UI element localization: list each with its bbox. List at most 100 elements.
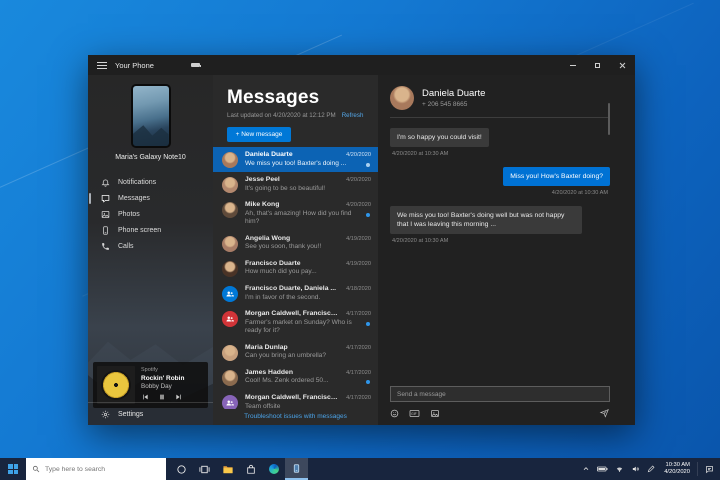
sidebar-item-notifications[interactable]: Notifications xyxy=(88,174,213,190)
conversation-preview: How much did you pay... xyxy=(245,268,317,276)
chat-header: Daniela Duarte + 206 545 8665 xyxy=(378,75,635,117)
conversation-name: Mike Kong xyxy=(245,201,280,209)
search-input[interactable] xyxy=(45,465,155,473)
unread-dot xyxy=(366,321,370,326)
chat-scrollbar[interactable] xyxy=(608,103,610,135)
unread-dot xyxy=(366,380,370,385)
message-row: Miss you! How's Baxter doing? 4/20/2020 … xyxy=(390,167,610,206)
action-center-icon[interactable] xyxy=(705,465,714,474)
taskbar-search[interactable] xyxy=(26,458,166,480)
conversation-row[interactable]: Daniela Duarte 4/20/2020 We miss you too… xyxy=(213,147,378,173)
edge-button[interactable] xyxy=(262,458,285,480)
sidebar-item-photos[interactable]: Photos xyxy=(88,206,213,222)
refresh-link[interactable]: Refresh xyxy=(342,112,364,119)
conversation-preview: It's going to be so beautiful! xyxy=(245,184,326,192)
device-name: Maria's Galaxy Note10 xyxy=(115,154,186,161)
avatar xyxy=(222,344,238,361)
conversation-row[interactable]: James Hadden 4/17/2020 Cool! Ms. Zenk or… xyxy=(213,365,378,390)
desktop: Your Phone Maria's Galaxy Note10 Notific… xyxy=(0,0,720,480)
previous-track-icon[interactable] xyxy=(141,393,149,401)
player-service: Spotify xyxy=(141,367,158,373)
file-explorer-button[interactable] xyxy=(216,458,239,480)
message-row: I'm so happy you could visit! 4/20/2020 … xyxy=(390,128,610,167)
sidebar-item-calls[interactable]: Calls xyxy=(88,238,213,254)
cortana-button[interactable] xyxy=(170,458,193,480)
hidden-icons-chevron[interactable] xyxy=(582,465,590,473)
maximize-button[interactable] xyxy=(585,55,610,75)
emoji-icon[interactable] xyxy=(390,409,399,418)
conversation-preview: Can you bring an umbrella? xyxy=(245,352,327,360)
sidebar-item-label: Calls xyxy=(118,242,134,250)
send-icon[interactable] xyxy=(599,408,610,418)
pause-icon[interactable] xyxy=(158,393,166,401)
conversation-row[interactable]: Morgan Caldwell, Francisco ... 4/17/2020… xyxy=(213,390,378,409)
messages-list-pane: Messages Last updated on 4/20/2020 at 12… xyxy=(213,75,378,425)
calls-icon xyxy=(102,242,109,250)
conversation-date: 4/17/2020 xyxy=(346,395,371,402)
conversation-row[interactable]: Morgan Caldwell, Francisco ... 4/17/2020… xyxy=(213,306,378,340)
gear-icon xyxy=(101,410,110,418)
sidebar-item-phone-screen[interactable]: Phone screen xyxy=(88,222,213,238)
store-button[interactable] xyxy=(239,458,262,480)
your-phone-taskbar-button[interactable] xyxy=(285,458,308,480)
taskbar: 10:30 AM 4/20/2020 xyxy=(0,458,720,480)
conversation-date: 4/17/2020 xyxy=(346,344,371,351)
conversation-row[interactable]: Mike Kong 4/20/2020 Ah, that's amazing! … xyxy=(213,197,378,231)
last-updated-text: Last updated on 4/20/2020 at 12:12 PM xyxy=(227,112,336,119)
conversation-row[interactable]: Maria Dunlap 4/17/2020 Can you bring an … xyxy=(213,340,378,365)
attach-image-icon[interactable] xyxy=(430,409,440,418)
contact-avatar xyxy=(390,86,414,110)
message-icon xyxy=(101,194,110,203)
settings-label: Settings xyxy=(118,410,144,418)
conversation-row[interactable]: Francisco Duarte 4/19/2020 How much did … xyxy=(213,256,378,281)
new-message-button[interactable]: + New message xyxy=(227,127,291,142)
conversation-row[interactable]: Jesse Peel 4/20/2020 It's going to be so… xyxy=(213,172,378,197)
message-bubble[interactable]: We miss you too! Baxter's doing well but… xyxy=(390,206,582,234)
sidebar-item-messages[interactable]: Messages xyxy=(88,190,213,206)
clock[interactable]: 10:30 AM 4/20/2020 xyxy=(664,462,690,476)
message-bubble[interactable]: I'm so happy you could visit! xyxy=(390,128,489,147)
message-bubble[interactable]: Miss you! How's Baxter doing? xyxy=(503,167,610,186)
start-button[interactable] xyxy=(0,458,26,480)
conversation-date: 4/18/2020 xyxy=(346,286,371,293)
hamburger-menu-icon[interactable] xyxy=(97,60,107,71)
volume-icon[interactable] xyxy=(631,465,640,473)
close-button[interactable] xyxy=(610,55,635,75)
player-artist: Bobby Day xyxy=(141,382,172,390)
message-input[interactable] xyxy=(390,386,610,402)
avatar xyxy=(222,202,238,219)
message-timestamp: 4/20/2020 at 10:30 AM xyxy=(392,151,449,157)
avatar xyxy=(222,369,238,386)
page-title: Messages xyxy=(227,87,320,108)
sidebar-nav: Notifications Messages Photos Phone scre… xyxy=(88,174,213,254)
conversation-row[interactable]: Francisco Duarte, Daniela ... 4/18/2020 … xyxy=(213,281,378,306)
minimize-button[interactable] xyxy=(560,55,585,75)
conversation-row[interactable]: Angelia Wong 4/19/2020 See you soon, tha… xyxy=(213,231,378,256)
pen-icon[interactable] xyxy=(647,465,655,473)
player-track: Rockin' Robin xyxy=(141,374,185,382)
conversation-preview: Farmer's market on Sunday? Who is ready … xyxy=(245,318,352,335)
windows-logo-icon xyxy=(8,464,18,474)
gif-icon[interactable]: GIF xyxy=(409,409,420,418)
chat-pane: Daniela Duarte + 206 545 8665 I'm so hap… xyxy=(378,75,635,425)
sidebar-item-settings[interactable]: Settings xyxy=(88,403,213,425)
troubleshoot-link[interactable]: Troubleshoot issues with messages xyxy=(213,409,378,425)
phone-screen-icon xyxy=(103,225,108,235)
conversation-preview: I'm in favor of the second. xyxy=(245,293,321,301)
phone-battery-icon xyxy=(191,63,201,67)
window-title: Your Phone xyxy=(115,60,154,70)
network-icon[interactable] xyxy=(615,465,624,473)
battery-icon[interactable] xyxy=(597,465,608,473)
minimize-icon xyxy=(569,64,576,66)
your-phone-icon xyxy=(293,463,300,473)
cortana-icon xyxy=(177,464,186,474)
next-track-icon[interactable] xyxy=(175,393,183,401)
titlebar[interactable]: Your Phone xyxy=(88,55,635,75)
conversation-name: Morgan Caldwell, Francisco ... xyxy=(245,310,342,318)
phone-preview-image xyxy=(130,84,171,148)
close-icon xyxy=(619,62,626,69)
conversation-name: Angelia Wong xyxy=(245,234,291,242)
avatar xyxy=(222,260,238,277)
task-view-button[interactable] xyxy=(193,458,216,480)
your-phone-window: Your Phone Maria's Galaxy Note10 Notific… xyxy=(88,55,635,425)
